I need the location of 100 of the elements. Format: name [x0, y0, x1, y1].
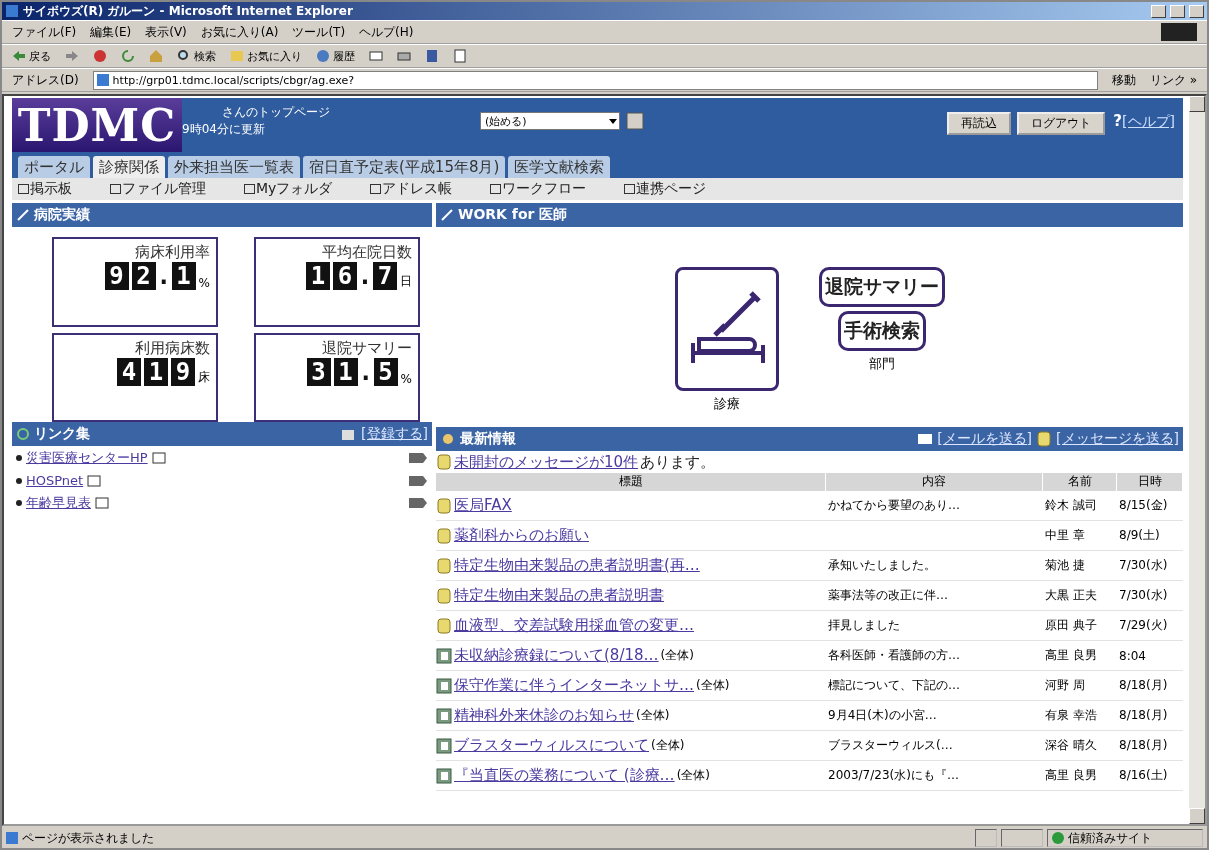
link[interactable]: HOSPnet [26, 473, 84, 488]
stop-icon[interactable] [93, 49, 107, 63]
forward-arrow-icon[interactable] [65, 49, 79, 63]
nav-link[interactable]: 掲示板 [18, 180, 72, 198]
section-title: 病院実績 [34, 206, 91, 224]
toolbar-button[interactable]: 検索 [194, 48, 216, 64]
message-title-link[interactable]: 未収納診療録について(8/18… [454, 646, 659, 665]
refresh-icon[interactable] [121, 49, 135, 63]
tab[interactable]: 診療関係 [93, 156, 165, 178]
department-label: 部門 [868, 355, 895, 373]
message-title-link[interactable]: 『当直医の業務について (診療… [454, 766, 675, 785]
toolbar-button[interactable]: 履歴 [333, 48, 355, 64]
work-button[interactable]: 手術検索 [837, 311, 926, 351]
register-link[interactable]: [登録する] [361, 425, 428, 443]
close-button[interactable] [1189, 4, 1204, 18]
nav-link[interactable]: ファイル管理 [110, 180, 206, 198]
message-title-link[interactable]: 医局FAX [454, 496, 512, 515]
stat-label: 退院サマリー [322, 338, 412, 358]
digit-tile: 2 [131, 262, 156, 290]
message-title-link[interactable]: 特定生物由来製品の患者説明書 [454, 586, 664, 605]
note-icon [436, 454, 452, 470]
board-icon [436, 707, 452, 724]
bullet-icon [16, 455, 22, 461]
new-window-icon[interactable] [87, 474, 102, 487]
message-title-link[interactable]: 保守作業に伴うインターネットサ… [454, 676, 694, 695]
stat-label: 病床利用率 [135, 243, 210, 262]
column-header: 内容 [826, 473, 1043, 491]
page-icon[interactable] [453, 49, 467, 63]
nav-link[interactable]: Myフォルダ [244, 180, 333, 198]
digit-tile: 1 [333, 357, 358, 386]
table-cell-text: 有泉 幸浩 [1044, 707, 1098, 724]
address-field[interactable]: http://grp01.tdmc.local/scripts/cbgr/ag.exe? [92, 70, 1098, 90]
tab[interactable]: ポータル [18, 156, 90, 178]
links-button[interactable]: リンク » [1149, 71, 1197, 89]
unread-messages-link[interactable]: 未開封のメッセージが10件 [454, 452, 639, 472]
search-icon[interactable] [177, 49, 191, 63]
treatment-button[interactable] [674, 267, 779, 391]
message-title-link[interactable]: 精神科外来休診のお知らせ [454, 706, 634, 725]
stat-unit: 日 [400, 273, 412, 290]
detail-icon[interactable] [408, 452, 428, 464]
app-select[interactable]: (始める) [480, 112, 620, 130]
header-button[interactable]: 再読込 [947, 112, 1012, 135]
history-icon[interactable] [316, 49, 330, 63]
decimal-point: . [158, 262, 169, 290]
page-icon [6, 832, 18, 844]
table-cell-text: 8/16(土) [1118, 767, 1169, 784]
table-cell-text: 菊池 捷 [1044, 557, 1086, 574]
menu-item[interactable]: ヘルプ(H) [359, 23, 414, 41]
message-title-link[interactable]: 血液型、交差試験用採血管の変更… [454, 616, 694, 635]
maximize-button[interactable] [1170, 4, 1185, 18]
digit-tile: 9 [171, 357, 195, 386]
go-icon[interactable] [626, 112, 644, 130]
menu-item[interactable]: お気に入り(A) [200, 23, 279, 41]
minimize-button[interactable] [1151, 4, 1166, 18]
menu-item[interactable]: 表示(V) [145, 23, 187, 41]
bullet-icon [16, 477, 22, 484]
decimal-point: . [360, 262, 370, 290]
detail-icon[interactable] [408, 497, 428, 509]
go-button[interactable]: 移動 [1111, 71, 1136, 89]
greeting-text: さんのトップページ [222, 104, 330, 121]
news-icon [440, 432, 456, 446]
decimal-point: . [360, 357, 371, 386]
menu-item[interactable]: ファイル(F) [12, 23, 77, 41]
mail-icon [917, 433, 934, 445]
link[interactable]: 年齢早見表 [26, 494, 91, 512]
menu-item[interactable]: 編集(E) [90, 23, 132, 41]
detail-icon[interactable] [408, 474, 428, 487]
toolbar-button[interactable]: お気に入り [247, 48, 302, 64]
back-arrow-icon[interactable] [12, 49, 26, 63]
send-message-link[interactable]: [メッセージを送る] [1056, 430, 1179, 448]
note-icon [436, 617, 452, 634]
stat-unit: % [400, 371, 412, 386]
scrollbar[interactable] [1189, 96, 1205, 824]
board-icon [436, 737, 452, 754]
new-window-icon[interactable] [151, 452, 166, 464]
scope-label: (全体) [696, 677, 730, 694]
message-title-link[interactable]: 薬剤科からのお願い [454, 526, 589, 545]
tab[interactable]: 宿日直予定表(平成15年8月) [303, 156, 506, 178]
header-button[interactable]: ログアウト [1017, 112, 1106, 135]
printer-icon[interactable] [397, 49, 411, 63]
bullet-icon [16, 500, 22, 506]
nav-link[interactable]: ワークフロー [490, 180, 587, 198]
link[interactable]: 災害医療センターHP [26, 449, 148, 467]
mail-icon[interactable] [369, 49, 383, 63]
table-cell-text: 拝見しました [827, 617, 901, 634]
toolbar-button[interactable]: 戻る [29, 48, 51, 64]
nav-link[interactable]: アドレス帳 [370, 180, 453, 198]
window-title: サイボウズ(R) ガルーン - Microsoft Internet Explorer [23, 2, 354, 20]
nav-link[interactable]: 連携ページ [624, 180, 707, 198]
message-title-link[interactable]: ブラスターウィルスについて [454, 736, 649, 755]
message-title-link[interactable]: 特定生物由来製品の患者説明書(再… [454, 556, 700, 575]
menu-item[interactable]: ツール(T) [292, 23, 346, 41]
stat-label: 平均在院日数 [322, 243, 412, 262]
new-window-icon[interactable] [95, 497, 109, 509]
help-link[interactable]: [ヘルプ] [1122, 113, 1175, 131]
send-mail-link[interactable]: [メールを送る] [937, 430, 1033, 448]
work-button[interactable]: 退院サマリー [818, 267, 945, 307]
edit-icon[interactable] [425, 49, 439, 63]
tab[interactable]: 外来担当医一覧表 [168, 156, 300, 178]
tab[interactable]: 医学文献検索 [508, 156, 611, 178]
